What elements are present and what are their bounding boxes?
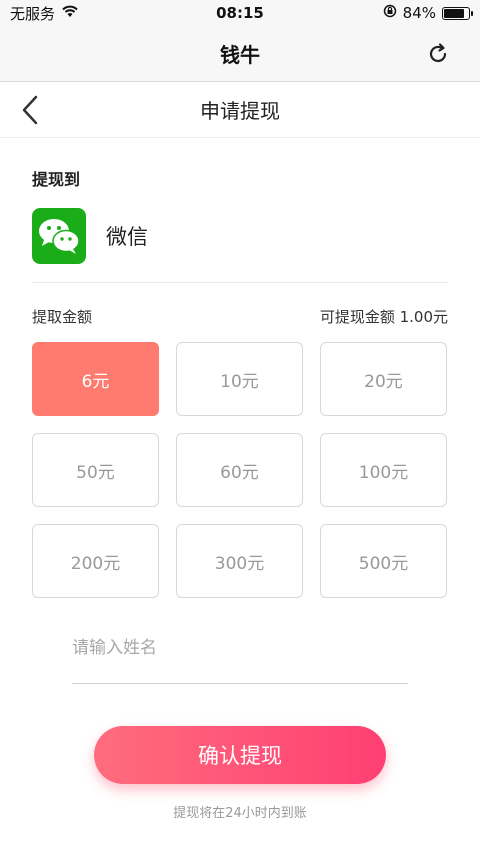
arrival-note: 提现将在24小时内到账 xyxy=(173,806,307,821)
carrier-text: 无服务 xyxy=(10,4,56,23)
status-left: 无服务 xyxy=(10,3,79,24)
amount-option-100[interactable]: 100元 xyxy=(320,433,447,507)
amount-option-200[interactable]: 200元 xyxy=(32,524,159,598)
wechat-icon xyxy=(32,208,86,264)
wifi-icon xyxy=(61,4,79,22)
available-amount: 可提现金额 1.00元 xyxy=(319,308,448,326)
app-title: 钱牛 xyxy=(220,43,260,67)
refresh-icon xyxy=(429,43,447,63)
status-bar: 无服务 08:15 84% xyxy=(0,0,480,26)
battery-icon xyxy=(442,6,473,20)
battery-level xyxy=(444,8,464,18)
chevron-left-icon xyxy=(22,95,38,125)
amount-option-300[interactable]: 300元 xyxy=(176,524,303,598)
name-input-wrapper xyxy=(72,624,408,684)
name-input[interactable] xyxy=(72,624,408,672)
amount-option-50[interactable]: 50元 xyxy=(32,433,159,507)
amount-options: 6元 10元 20元 50元 60元 100元 200元 300元 500元 xyxy=(32,342,448,598)
amount-option-20[interactable]: 20元 xyxy=(320,342,447,416)
divider xyxy=(32,282,448,283)
battery-percent: 84% xyxy=(402,4,436,22)
page-title: 申请提现 xyxy=(200,99,280,123)
amount-header: 提取金额 可提现金额 1.00元 xyxy=(32,306,448,327)
amount-label: 提取金额 xyxy=(32,308,93,326)
amount-option-10[interactable]: 10元 xyxy=(176,342,303,416)
amount-option-60[interactable]: 60元 xyxy=(176,433,303,507)
withdraw-method-name: 微信 xyxy=(106,225,148,249)
withdraw-to-label: 提现到 xyxy=(32,170,81,189)
orientation-lock-icon xyxy=(383,4,397,22)
amount-option-6[interactable]: 6元 xyxy=(32,342,159,416)
back-button[interactable] xyxy=(14,94,46,126)
amount-option-500[interactable]: 500元 xyxy=(320,524,447,598)
status-right: 84% xyxy=(383,4,473,22)
confirm-withdraw-button[interactable]: 确认提现 xyxy=(94,726,386,784)
refresh-button[interactable] xyxy=(424,40,452,68)
withdraw-method-wechat[interactable]: 微信 xyxy=(32,208,448,264)
page-nav: 申请提现 xyxy=(0,82,480,138)
app-header: 钱牛 xyxy=(0,26,480,82)
